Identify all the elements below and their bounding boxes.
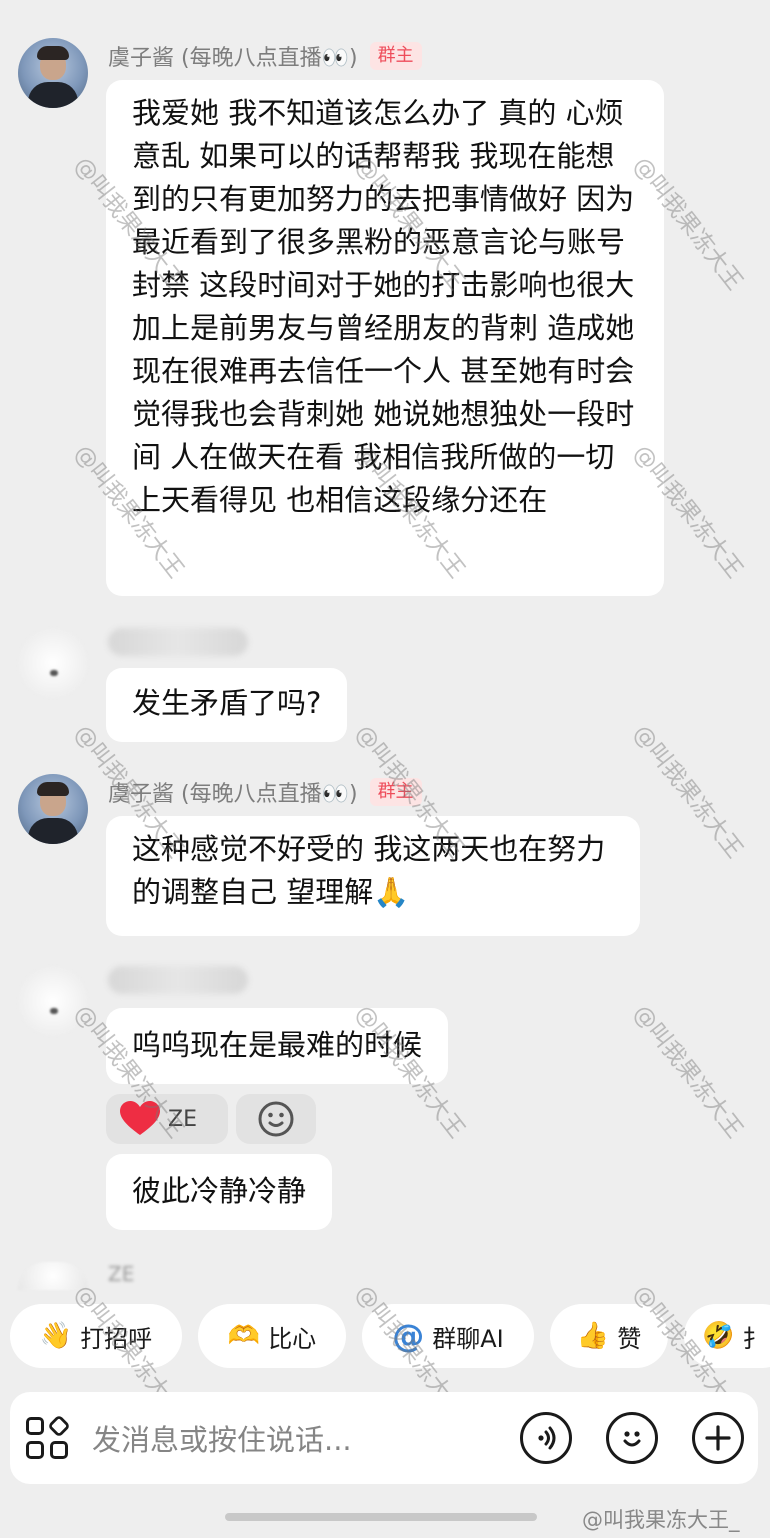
wave-icon: 👋 — [39, 1321, 73, 1351]
watermark: @叫我果冻大王 — [627, 1000, 748, 1144]
emoji-icon — [623, 1431, 641, 1447]
smile-icon — [258, 1101, 294, 1137]
at-icon: @ — [392, 1317, 425, 1355]
sender-name-row: 虞子酱 (每晚八点直播👀) 群主 — [108, 776, 422, 808]
home-indicator[interactable] — [225, 1513, 537, 1521]
quick-reply-laugh[interactable]: 🤣 扌 — [684, 1304, 770, 1368]
avatar[interactable] — [18, 774, 88, 844]
message-input-bar: 发消息或按住说话... — [10, 1392, 758, 1484]
heart-icon — [120, 1101, 160, 1135]
add-reaction-button[interactable] — [236, 1094, 316, 1144]
avatar[interactable] — [18, 38, 88, 108]
corner-watermark: @叫我果冻大王_ — [582, 1508, 740, 1532]
quick-reply-like[interactable]: 👍 赞 — [550, 1304, 668, 1368]
quick-reply-greet[interactable]: 👋 打招呼 — [10, 1304, 182, 1368]
chip-label: 比心 — [268, 1324, 317, 1353]
plus-icon — [705, 1425, 731, 1451]
message-bubble[interactable]: 呜呜现在是最难的时候 — [106, 1008, 449, 1084]
voice-button[interactable] — [520, 1412, 572, 1464]
avatar[interactable] — [18, 628, 88, 698]
heart-hands-icon: 🫶 — [227, 1321, 261, 1351]
sender-name-blurred — [108, 628, 248, 656]
sender-name-blurred — [108, 966, 248, 994]
message-text: 发生矛盾了吗? — [132, 686, 322, 720]
laugh-icon: 🤣 — [702, 1321, 735, 1351]
voice-icon — [538, 1426, 556, 1450]
sender-name[interactable]: 虞子酱 (每晚八点直播👀) — [108, 776, 358, 808]
watermark: @叫我果冻大王 — [627, 720, 748, 864]
chip-label: 群聊AI — [432, 1324, 504, 1353]
avatar[interactable] — [18, 966, 88, 1036]
partial-sender-name: ZE — [108, 1262, 135, 1286]
owner-badge: 群主 — [369, 778, 422, 806]
thumbs-up-icon: 👍 — [576, 1321, 610, 1351]
message-text: 我爱她 我不知道该怎么办了 真的 心烦意乱 如果可以的话帮帮我 我现在能想到的只… — [132, 96, 635, 517]
sender-name[interactable]: 虞子酱 (每晚八点直播👀) — [108, 40, 358, 72]
message-bubble[interactable]: 彼此冷静冷静 — [106, 1154, 333, 1230]
sender-name-row: 虞子酱 (每晚八点直播👀) 群主 — [108, 40, 422, 72]
quick-reply-heart[interactable]: 🫶 比心 — [198, 1304, 346, 1368]
emoji-button[interactable] — [606, 1412, 658, 1464]
reaction-user: ZE — [168, 1106, 197, 1132]
reaction-row: ZE — [106, 1094, 316, 1144]
plus-button[interactable] — [692, 1412, 744, 1464]
chip-label: 打招呼 — [80, 1324, 153, 1353]
avatar-partial[interactable] — [18, 1262, 88, 1290]
message-bubble[interactable]: 发生矛盾了吗? — [106, 668, 348, 742]
message-input[interactable]: 发消息或按住说话... — [70, 1417, 520, 1459]
message-bubble[interactable]: 这种感觉不好受的 我这两天也在努力的调整自己 望理解🙏 — [106, 816, 640, 936]
message-text: 这种感觉不好受的 我这两天也在努力的调整自己 望理解🙏 — [132, 832, 606, 909]
chip-label: 赞 — [617, 1324, 642, 1353]
apps-grid-icon[interactable] — [24, 1414, 71, 1461]
message-text: 彼此冷静冷静 — [132, 1174, 307, 1208]
heart-reaction[interactable]: ZE — [106, 1094, 228, 1144]
message-text: 呜呜现在是最难的时候 — [132, 1028, 423, 1062]
chip-label: 扌 — [742, 1324, 767, 1353]
quick-reply-bar: 👋 打招呼 🫶 比心 @ 群聊AI 👍 赞 🤣 扌 — [0, 1304, 770, 1374]
quick-reply-ai[interactable]: @ 群聊AI — [362, 1304, 534, 1368]
message-bubble[interactable]: 我爱她 我不知道该怎么办了 真的 心烦意乱 如果可以的话帮帮我 我现在能想到的只… — [106, 80, 664, 596]
owner-badge: 群主 — [369, 42, 422, 70]
chat-area: 虞子酱 (每晚八点直播👀) 群主 我爱她 我不知道该怎么办了 真的 心烦意乱 如… — [0, 0, 770, 1290]
